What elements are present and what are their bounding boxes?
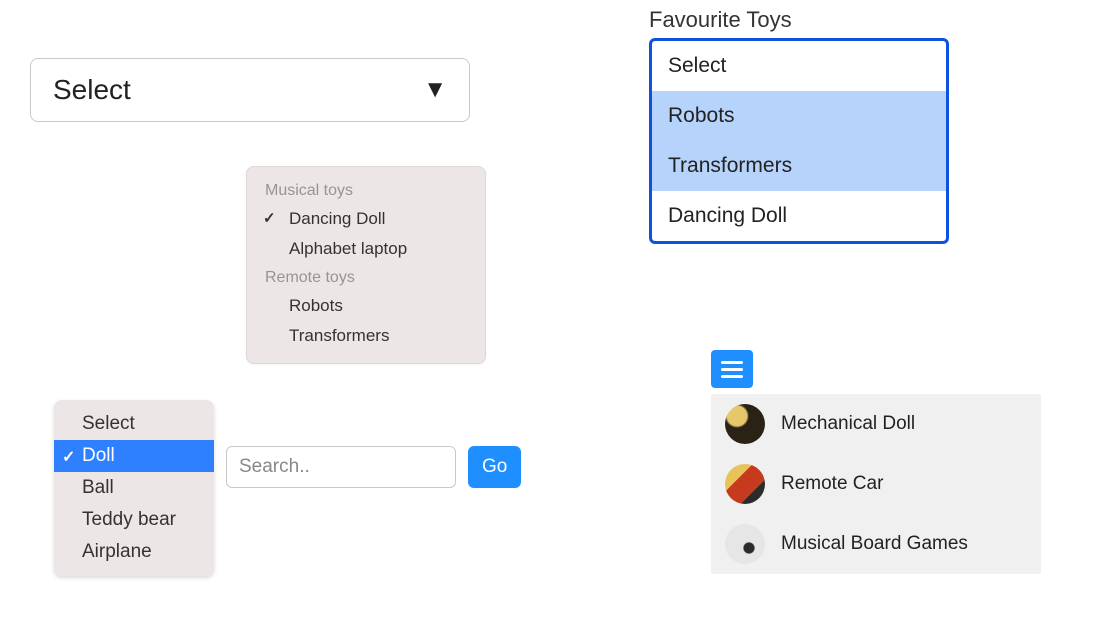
- main-select-value: Select: [53, 74, 131, 106]
- go-button[interactable]: Go: [468, 446, 521, 488]
- dropdown-option-robots[interactable]: Robots: [247, 291, 485, 321]
- dropdown-option-alphabet-laptop[interactable]: Alphabet laptop: [247, 234, 485, 264]
- dropdown-option-dancing-doll[interactable]: ✓ Dancing Doll: [247, 204, 485, 234]
- item-label: Remote Car: [781, 473, 883, 495]
- item-label: Musical Board Games: [781, 533, 968, 555]
- hamburger-icon: [721, 361, 743, 364]
- item-thumbnail: [725, 524, 765, 564]
- option-label: Doll: [82, 445, 115, 466]
- option-label: Dancing Doll: [289, 209, 385, 228]
- item-thumbnail: [725, 404, 765, 444]
- listbox-option-robots[interactable]: Robots: [652, 91, 946, 141]
- grouped-dropdown: Musical toys ✓ Dancing Doll Alphabet lap…: [246, 166, 486, 364]
- item-thumbnail: [725, 464, 765, 504]
- group-heading: Musical toys: [247, 177, 485, 204]
- simple-dropdown: Select ✓ Doll Ball Teddy bear Airplane: [54, 400, 214, 576]
- option-label: Select: [82, 413, 135, 434]
- dropdown-option-airplane[interactable]: Airplane: [54, 536, 214, 568]
- dropdown-option-transformers[interactable]: Transformers: [247, 321, 485, 351]
- dropdown-option-ball[interactable]: Ball: [54, 472, 214, 504]
- dropdown-option-doll[interactable]: ✓ Doll: [54, 440, 214, 472]
- check-icon: ✓: [263, 209, 276, 227]
- favourite-toys-heading: Favourite Toys: [649, 7, 792, 33]
- option-label: Alphabet laptop: [289, 239, 407, 258]
- hamburger-icon: [721, 368, 743, 371]
- group-heading: Remote toys: [247, 264, 485, 291]
- dropdown-option-select[interactable]: Select: [54, 408, 214, 440]
- search-input[interactable]: [226, 446, 456, 488]
- option-label: Teddy bear: [82, 509, 176, 530]
- hamburger-menu-button[interactable]: [711, 350, 753, 388]
- option-label: Robots: [289, 296, 343, 315]
- list-item[interactable]: Mechanical Doll: [711, 394, 1041, 454]
- search-bar: Go: [226, 446, 521, 488]
- dropdown-option-teddy-bear[interactable]: Teddy bear: [54, 504, 214, 536]
- option-label: Airplane: [82, 541, 152, 562]
- chevron-down-icon: ▼: [423, 76, 447, 104]
- option-label: Ball: [82, 477, 114, 498]
- icon-list: Mechanical Doll Remote Car Musical Board…: [711, 394, 1041, 574]
- listbox-option-dancing-doll[interactable]: Dancing Doll: [652, 191, 946, 241]
- list-item[interactable]: Remote Car: [711, 454, 1041, 514]
- listbox-option-transformers[interactable]: Transformers: [652, 141, 946, 191]
- main-select[interactable]: Select ▼: [30, 58, 470, 122]
- option-label: Transformers: [289, 326, 389, 345]
- hamburger-icon: [721, 375, 743, 378]
- favourite-toys-listbox[interactable]: Select Robots Transformers Dancing Doll: [649, 38, 949, 244]
- item-label: Mechanical Doll: [781, 413, 915, 435]
- listbox-option-select[interactable]: Select: [652, 41, 946, 91]
- list-item[interactable]: Musical Board Games: [711, 514, 1041, 574]
- check-icon: ✓: [62, 447, 75, 467]
